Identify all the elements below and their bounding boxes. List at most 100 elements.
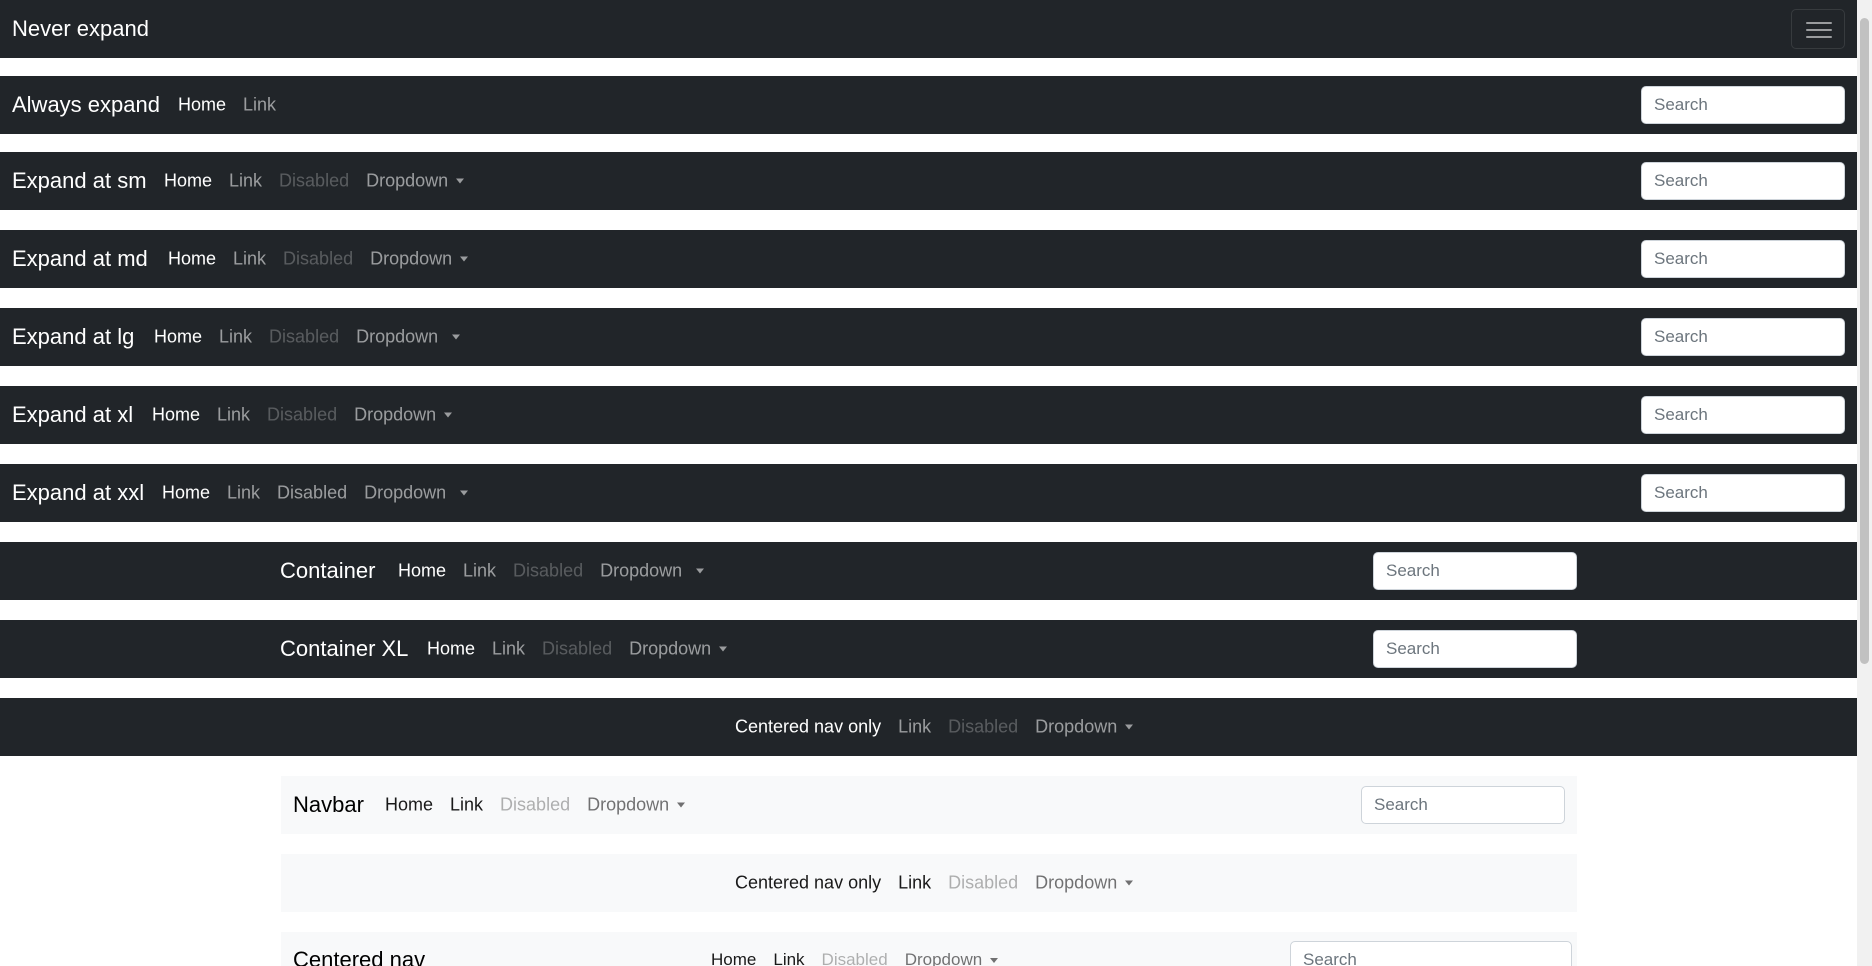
nav-link-home[interactable]: Home [711,950,756,966]
nav-links: Home Link Disabled Dropdown [154,327,477,348]
nav-link-link[interactable]: Link [217,405,250,426]
caret-down-icon [456,178,465,184]
caret-down-icon [452,334,461,340]
search-input[interactable] [1641,240,1845,278]
nav-links: Home Link [178,95,293,116]
nav-links: Home Link Disabled Dropdown [427,639,744,660]
dropdown-label: Dropdown [356,326,439,347]
search-input[interactable] [1373,630,1577,668]
nav-link-link[interactable]: Link [219,327,252,348]
navbar-brand[interactable]: Centered nav [293,947,425,966]
nav-link-link[interactable]: Link [450,795,483,816]
navbar-expand-sm: Expand at sm Home Link Disabled Dropdown [0,152,1857,210]
nav-link-disabled: Disabled [269,326,340,347]
nav-dropdown-toggle[interactable]: Dropdown [600,560,705,582]
dropdown-label: Dropdown [600,560,683,581]
dropdown-label: Dropdown [366,170,449,191]
navbar-expand-md: Expand at md Home Link Disabled Dropdown [0,230,1857,288]
nav-dropdown-toggle[interactable]: Dropdown [1035,716,1134,738]
navbar-brand[interactable]: Container XL [280,636,408,662]
navbar-brand[interactable]: Expand at xxl [12,480,144,506]
nav-dropdown-toggle[interactable]: Dropdown [364,482,469,504]
nav-dropdown-toggle[interactable]: Dropdown [905,950,999,966]
search-input[interactable] [1290,941,1572,966]
nav-link-home[interactable]: Home [164,171,212,192]
nav-link-home[interactable]: Home [398,561,446,582]
nav-links: Home Link Disabled Dropdown [385,795,702,816]
search-input[interactable] [1373,552,1577,590]
navbar-brand[interactable]: Never expand [12,16,149,42]
nav-link-home[interactable]: Home [152,405,200,426]
caret-down-icon [444,412,453,418]
hamburger-icon-line [1806,29,1832,31]
nav-link-link[interactable]: Link [233,249,266,270]
navbar-brand[interactable]: Always expand [12,92,160,118]
navbar-expand-xxl: Expand at xxl Home Link Disabled Dropdow… [0,464,1857,522]
nav-link-disabled: Disabled [283,248,354,269]
caret-down-icon [719,646,728,652]
nav-link-link[interactable]: Link [227,483,260,504]
caret-down-icon [1125,724,1134,730]
nav-link-link[interactable]: Link [229,171,262,192]
search-input[interactable] [1641,86,1845,124]
navbar-brand[interactable]: Expand at xl [12,402,133,428]
nav-dropdown-toggle[interactable]: Dropdown [1035,873,1134,894]
navbar-brand[interactable]: Navbar [293,792,364,818]
navbar-brand[interactable]: Expand at lg [12,324,134,350]
nav-link-link[interactable]: Link [463,561,496,582]
vertical-scrollbar[interactable] [1857,0,1872,966]
nav-dropdown-toggle[interactable]: Dropdown [366,170,465,192]
navbar-brand[interactable]: Container [280,558,375,584]
nav-link-disabled: Disabled [542,638,613,659]
nav-link-disabled: Disabled [267,404,338,425]
nav-link-link[interactable]: Link [898,717,931,738]
nav-dropdown-toggle[interactable]: Dropdown [587,795,686,816]
nav-dropdown-toggle[interactable]: Dropdown [629,639,728,660]
caret-down-icon [460,256,469,262]
nav-link-home[interactable]: Home [168,249,216,270]
search-input[interactable] [1641,318,1845,356]
nav-link-home[interactable]: Home [162,483,210,504]
dropdown-label: Dropdown [1035,716,1118,737]
nav-link-home[interactable]: Home [178,95,226,116]
navbar-centered-nav: Centered nav Home Link Disabled Dropdown [281,932,1577,966]
search-input[interactable] [1361,786,1565,824]
nav-link-home[interactable]: Home [427,639,475,660]
nav-link-link[interactable]: Link [898,873,931,894]
navbar-brand[interactable]: Expand at sm [12,168,147,194]
navbar-centered-dark: Centered nav only Link Disabled Dropdown [0,698,1857,756]
nav-link-home[interactable]: Home [154,327,202,348]
nav-dropdown-toggle[interactable]: Dropdown [356,326,461,348]
nav-link-disabled: Disabled [279,170,350,191]
caret-down-icon [460,490,469,496]
dropdown-label: Dropdown [364,482,447,503]
nav-link-link[interactable]: Link [243,95,276,116]
navbar-expand-lg: Expand at lg Home Link Disabled Dropdown [0,308,1857,366]
nav-link-link[interactable]: Link [773,950,804,966]
nav-link-centered[interactable]: Centered nav only [735,717,881,738]
navbar-container-xl: Container XL Home Link Disabled Dropdown [0,620,1857,678]
nav-link-home[interactable]: Home [385,795,433,816]
nav-dropdown-toggle[interactable]: Dropdown [370,249,469,270]
navbar-never-expand: Never expand [0,0,1857,58]
nav-link-link[interactable]: Link [492,639,525,660]
navbar-brand[interactable]: Expand at md [12,246,148,272]
nav-dropdown-toggle[interactable]: Dropdown [354,405,453,426]
navbar-toggler-button[interactable] [1791,9,1845,49]
search-input[interactable] [1641,162,1845,200]
caret-down-icon [677,802,686,808]
caret-down-icon [990,957,999,963]
hamburger-icon [1806,22,1832,24]
nav-links: Home Link Disabled Dropdown [168,249,485,270]
scrollbar-thumb[interactable] [1860,18,1869,664]
nav-links: Home Link Disabled Dropdown [152,405,469,426]
navbar-centered-light: Centered nav only Link Disabled Dropdown [281,854,1577,912]
navbar-container: Container Home Link Disabled Dropdown [0,542,1857,600]
navbar-always-expand: Always expand Home Link [0,76,1857,134]
nav-links: Home Link Disabled Dropdown [164,171,481,192]
search-input[interactable] [1641,396,1845,434]
nav-links: Home Link Disabled Dropdown [398,561,721,582]
nav-link-disabled: Disabled [513,560,584,581]
search-input[interactable] [1641,474,1845,512]
nav-link-centered[interactable]: Centered nav only [735,873,881,894]
